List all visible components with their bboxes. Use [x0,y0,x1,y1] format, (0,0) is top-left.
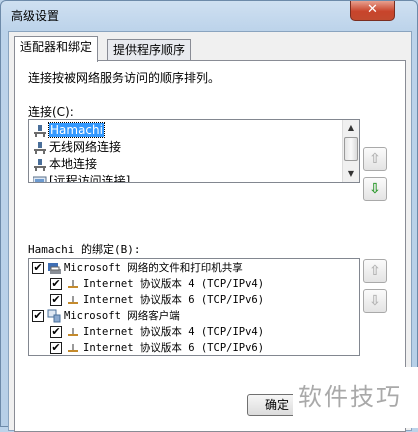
checkbox[interactable]: ✔ [50,342,62,354]
scroll-down-arrow[interactable]: ▼ [343,166,359,182]
checkbox[interactable]: ✔ [50,294,62,306]
protocol-icon [68,328,78,336]
tree-item[interactable]: ✔ Internet 协议版本 6 (TCP/IPv6) [29,340,359,355]
list-item[interactable]: 无线网络连接 [31,139,121,156]
network-adapter-icon [34,142,46,154]
tree-item[interactable]: ✔ Internet 协议版本 4 (TCP/IPv4) [29,276,359,292]
binding-move-up-button[interactable]: ⇧ [363,259,387,283]
close-button[interactable]: ✕ [350,1,395,21]
remote-access-icon [33,176,47,182]
list-item[interactable]: Hamachi [31,122,105,139]
connection-label: 本地连接 [49,157,98,171]
network-adapter-icon [34,125,46,137]
connections-scrollbar[interactable]: ▲ ▼ [342,120,359,182]
connection-label: 无线网络连接 [49,140,122,154]
bindings-label: Hamachi 的绑定(B): [28,243,141,256]
binding-label: Internet 协议版本 4 (TCP/IPv4) [83,278,265,290]
scroll-up-arrow[interactable]: ▲ [343,120,359,136]
protocol-icon [68,280,78,288]
tree-item[interactable]: ✔ Microsoft 网络的文件和打印机共享 [29,260,359,276]
checkbox[interactable]: ✔ [50,278,62,290]
connection-move-down-button[interactable]: ⇩ [363,177,387,201]
file-printer-sharing-icon [48,263,61,274]
advanced-settings-window: 高级设置 ✕ 适配器和绑定 提供程序顺序 连接按被网络服务访问的顺序排列。 连接… [0,0,418,432]
scroll-thumb[interactable] [344,137,358,161]
checkbox[interactable]: ✔ [32,310,44,322]
tree-item[interactable]: ✔ Internet 协议版本 4 (TCP/IPv4) [29,324,359,340]
tab-provider-order[interactable]: 提供程序顺序 [107,39,192,61]
binding-label: Internet 协议版本 6 (TCP/IPv6) [83,294,265,306]
connections-label: 连接(C): [28,105,74,119]
watermark-text: 软件技巧 [293,367,418,428]
binding-label: Microsoft 网络的文件和打印机共享 [64,262,243,274]
list-item[interactable]: [远程访问连接] [31,173,131,183]
list-item[interactable]: 本地连接 [31,156,97,173]
binding-label: Internet 协议版本 4 (TCP/IPv4) [83,326,265,338]
connections-list[interactable]: Hamachi 无线网络连接 本地连接 [远程访问连接] ▲ ▼ [28,119,360,183]
connection-label: Hamachi [48,122,105,138]
protocol-icon [68,344,78,352]
connection-move-up-button[interactable]: ⇧ [363,147,387,171]
description-text: 连接按被网络服务访问的顺序排列。 [28,71,221,85]
binding-label: Microsoft 网络客户端 [64,310,180,322]
bindings-tree[interactable]: ✔ Microsoft 网络的文件和打印机共享 ✔ Internet 协议版本 … [28,258,360,356]
checkbox[interactable]: ✔ [32,262,44,274]
window-title: 高级设置 [11,9,60,23]
connection-label: [远程访问连接] [49,174,131,183]
tab-adapters-bindings[interactable]: 适配器和绑定 [14,36,99,62]
protocol-icon [68,296,78,304]
network-client-icon [47,309,61,323]
binding-label: Internet 协议版本 6 (TCP/IPv6) [83,342,265,354]
checkbox[interactable]: ✔ [50,326,62,338]
network-adapter-icon [34,159,46,171]
tree-item[interactable]: ✔ Microsoft 网络客户端 [29,308,359,324]
tree-item[interactable]: ✔ Internet 协议版本 6 (TCP/IPv6) [29,292,359,308]
binding-move-down-button[interactable]: ⇩ [363,289,387,313]
